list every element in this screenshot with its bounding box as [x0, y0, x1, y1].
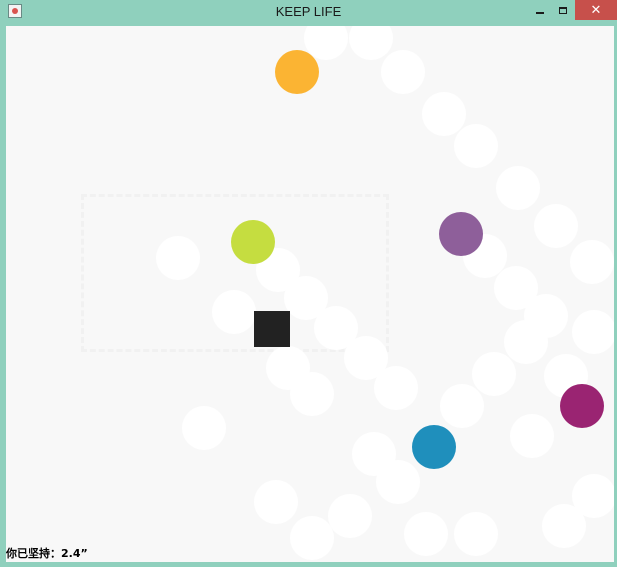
- ball-lime: [231, 220, 275, 264]
- trail-dot: [381, 50, 425, 94]
- minimize-icon: [536, 12, 544, 14]
- survival-timer: 你已坚持：2.4”: [6, 546, 88, 562]
- close-icon: ✕: [590, 2, 602, 18]
- trail-dot: [182, 406, 226, 450]
- trail-dot: [422, 92, 466, 136]
- title-bar: KEEP LIFE ✕: [0, 0, 617, 24]
- player-square[interactable]: [254, 311, 290, 347]
- maximize-icon: [559, 6, 567, 14]
- game-canvas[interactable]: 你已坚持：2.4”: [6, 26, 614, 562]
- trail-dot: [404, 512, 448, 556]
- ball-purple: [439, 212, 483, 256]
- trail-dot: [572, 310, 614, 354]
- trail-dot: [290, 372, 334, 416]
- close-button[interactable]: ✕: [575, 0, 617, 20]
- minimize-button[interactable]: [529, 0, 551, 20]
- trail-dot: [328, 494, 372, 538]
- timer-value: 2.4”: [61, 547, 88, 560]
- trail-dot: [510, 414, 554, 458]
- trail-dot: [254, 480, 298, 524]
- trail-dot: [570, 240, 614, 284]
- trail-dot: [454, 512, 498, 556]
- maximize-button[interactable]: [552, 0, 574, 20]
- trail-dot: [349, 26, 393, 60]
- trail-dot: [472, 352, 516, 396]
- ball-magenta: [560, 384, 604, 428]
- ball-orange: [275, 50, 319, 94]
- trail-dot: [374, 366, 418, 410]
- trail-dot: [504, 320, 548, 364]
- trail-dot: [454, 124, 498, 168]
- trail-dot: [376, 460, 420, 504]
- trail-dot: [212, 290, 256, 334]
- trail-dot: [542, 504, 586, 548]
- trail-dot: [290, 516, 334, 560]
- trail-dot: [534, 204, 578, 248]
- ball-blue: [412, 425, 456, 469]
- window-title: KEEP LIFE: [275, 4, 342, 19]
- trail-dot: [156, 236, 200, 280]
- trail-dot: [496, 166, 540, 210]
- trail-dot: [440, 384, 484, 428]
- timer-label: 你已坚持：: [6, 547, 61, 560]
